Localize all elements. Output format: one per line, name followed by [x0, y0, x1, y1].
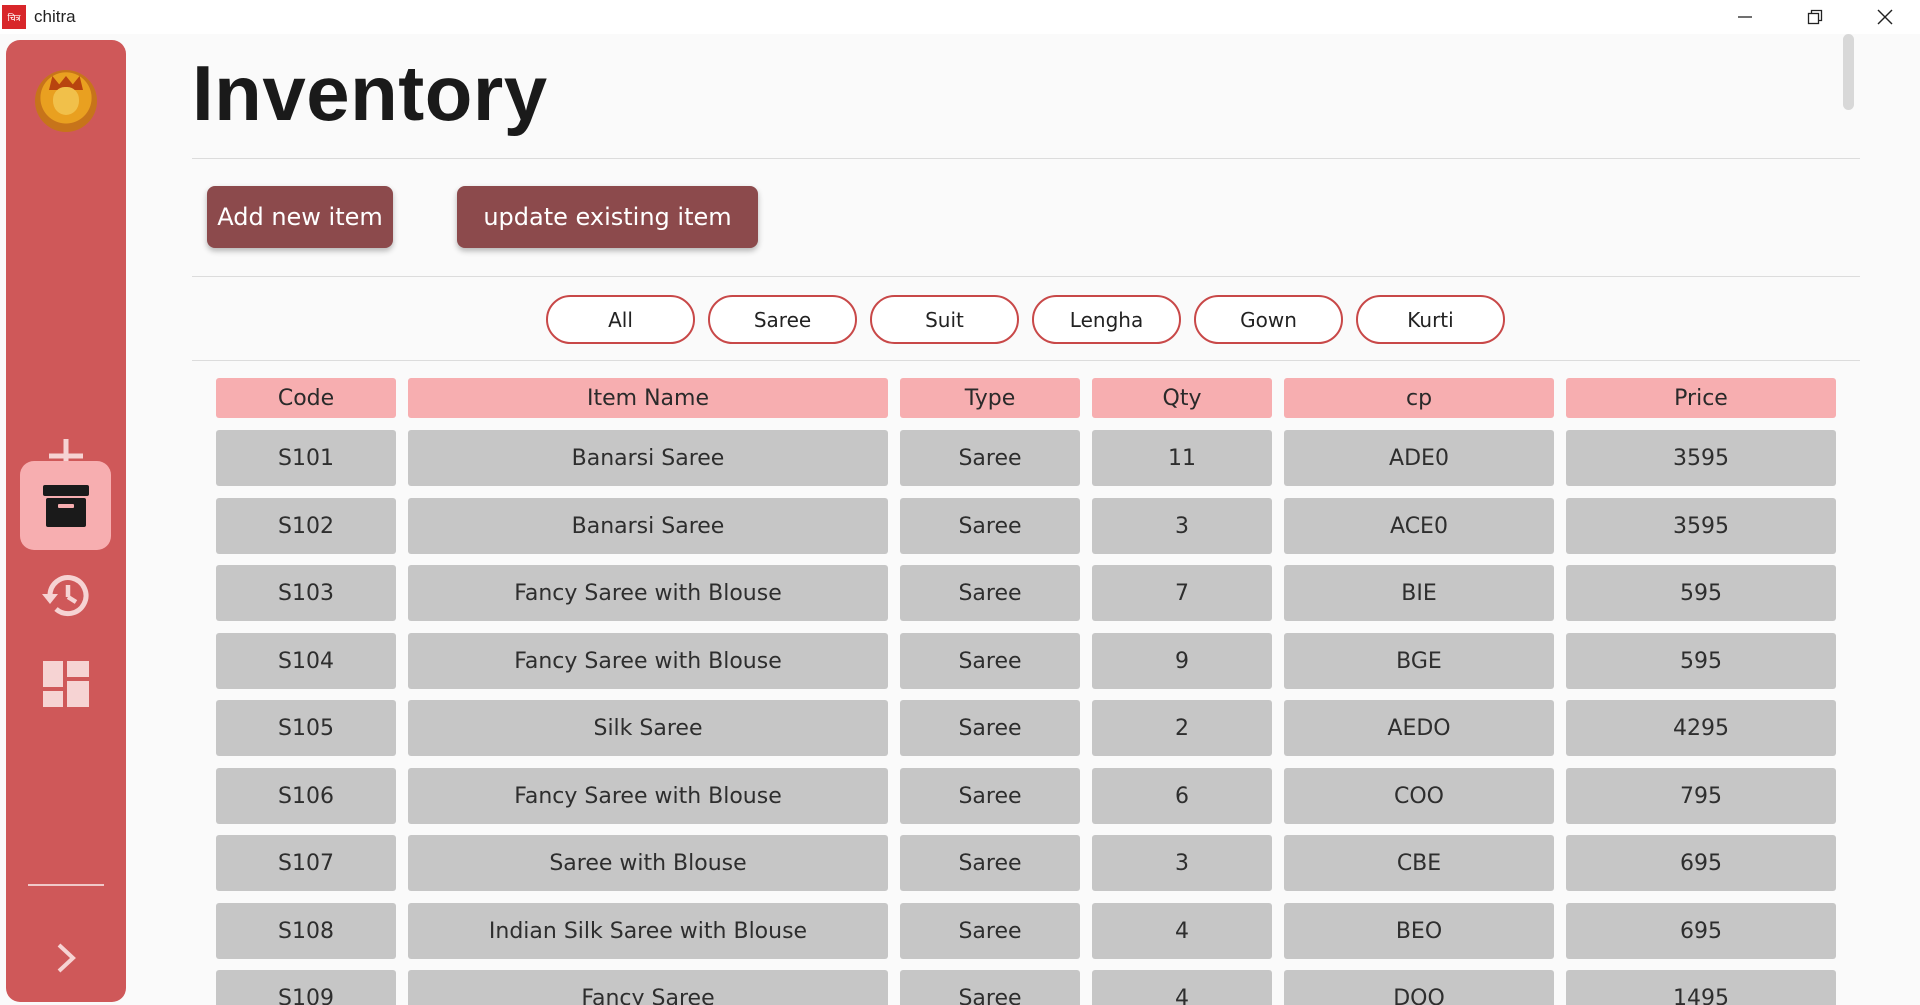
cell-qty[interactable]: 11 — [1092, 430, 1272, 486]
window-controls — [1710, 0, 1920, 34]
avatar-face — [53, 87, 79, 115]
actions-divider — [192, 276, 1860, 277]
sidebar-item-inventory[interactable] — [20, 461, 111, 550]
main-content: Inventory Add new item update existing i… — [192, 34, 1860, 1005]
update-existing-item-button[interactable]: update existing item — [457, 186, 758, 248]
filter-chip-lengha[interactable]: Lengha — [1032, 295, 1181, 344]
cell-qty[interactable]: 6 — [1092, 768, 1272, 824]
filter-chip-kurti[interactable]: Kurti — [1356, 295, 1505, 344]
cell-cp[interactable]: ADE0 — [1284, 430, 1554, 486]
column-header-cp[interactable]: cp — [1284, 378, 1554, 418]
category-filters: All Saree Suit Lengha Gown Kurti — [546, 295, 1505, 344]
cell-cp[interactable]: DOO — [1284, 970, 1554, 1005]
cell-price[interactable]: 595 — [1566, 633, 1836, 689]
minimize-icon — [1738, 16, 1752, 18]
cell-price[interactable]: 4295 — [1566, 700, 1836, 756]
cell-cp[interactable]: COO — [1284, 768, 1554, 824]
sidebar-divider — [28, 884, 104, 886]
cell-type[interactable]: Saree — [900, 633, 1080, 689]
cell-code[interactable]: S106 — [216, 768, 396, 824]
cell-item-name[interactable]: Fancy Saree with Blouse — [408, 633, 888, 689]
cell-qty[interactable]: 2 — [1092, 700, 1272, 756]
cell-cp[interactable]: CBE — [1284, 835, 1554, 891]
history-icon — [41, 574, 88, 616]
cell-cp[interactable]: BGE — [1284, 633, 1554, 689]
cell-type[interactable]: Saree — [900, 430, 1080, 486]
sidebar-expand-button[interactable] — [20, 913, 111, 1002]
cell-code[interactable]: S108 — [216, 903, 396, 959]
cell-qty[interactable]: 4 — [1092, 970, 1272, 1005]
cell-item-name[interactable]: Fancy Saree with Blouse — [408, 565, 888, 621]
column-header-item-name[interactable]: Item Name — [408, 378, 888, 418]
cell-type[interactable]: Saree — [900, 565, 1080, 621]
filters-divider — [192, 360, 1860, 361]
cell-code[interactable]: S101 — [216, 430, 396, 486]
cell-item-name[interactable]: Fancy Saree — [408, 970, 888, 1005]
cell-code[interactable]: S102 — [216, 498, 396, 554]
scrollbar[interactable] — [1843, 34, 1854, 110]
cell-code[interactable]: S105 — [216, 700, 396, 756]
cell-code[interactable]: S107 — [216, 835, 396, 891]
cell-type[interactable]: Saree — [900, 835, 1080, 891]
cell-type[interactable]: Saree — [900, 498, 1080, 554]
cell-item-name[interactable]: Banarsi Saree — [408, 430, 888, 486]
minimize-button[interactable] — [1710, 0, 1780, 34]
title-bar: चित्र chitra — [0, 0, 1920, 34]
cell-cp[interactable]: BIE — [1284, 565, 1554, 621]
page-title: Inventory — [192, 49, 548, 137]
cell-type[interactable]: Saree — [900, 700, 1080, 756]
column-header-code[interactable]: Code — [216, 378, 396, 418]
close-button[interactable] — [1850, 0, 1920, 34]
cell-price[interactable]: 695 — [1566, 835, 1836, 891]
window-title: chitra — [34, 7, 76, 26]
cell-code[interactable]: S109 — [216, 970, 396, 1005]
column-header-type[interactable]: Type — [900, 378, 1080, 418]
filter-chip-all[interactable]: All — [546, 295, 695, 344]
cell-type[interactable]: Saree — [900, 768, 1080, 824]
cell-type[interactable]: Saree — [900, 970, 1080, 1005]
cell-item-name[interactable]: Silk Saree — [408, 700, 888, 756]
archive-box-icon — [42, 484, 89, 527]
cell-price[interactable]: 3595 — [1566, 498, 1836, 554]
column-header-price[interactable]: Price — [1566, 378, 1836, 418]
sidebar-item-history[interactable] — [20, 551, 111, 640]
cell-item-name[interactable]: Saree with Blouse — [408, 835, 888, 891]
cell-cp[interactable]: BEO — [1284, 903, 1554, 959]
cell-code[interactable]: S103 — [216, 565, 396, 621]
filter-chip-suit[interactable]: Suit — [870, 295, 1019, 344]
cell-qty[interactable]: 3 — [1092, 498, 1272, 554]
cell-qty[interactable]: 9 — [1092, 633, 1272, 689]
dashboard-icon — [42, 660, 89, 707]
title-divider — [192, 158, 1860, 159]
cell-item-name[interactable]: Indian Silk Saree with Blouse — [408, 903, 888, 959]
cell-item-name[interactable]: Fancy Saree with Blouse — [408, 768, 888, 824]
cell-qty[interactable]: 4 — [1092, 903, 1272, 959]
cell-qty[interactable]: 3 — [1092, 835, 1272, 891]
filter-chip-gown[interactable]: Gown — [1194, 295, 1343, 344]
close-icon — [1877, 9, 1893, 25]
chevron-right-icon — [57, 943, 76, 972]
restore-button[interactable] — [1780, 0, 1850, 34]
add-new-item-button[interactable]: Add new item — [207, 186, 393, 248]
cell-type[interactable]: Saree — [900, 903, 1080, 959]
avatar[interactable] — [35, 70, 97, 132]
column-header-qty[interactable]: Qty — [1092, 378, 1272, 418]
cell-qty[interactable]: 7 — [1092, 565, 1272, 621]
cell-code[interactable]: S104 — [216, 633, 396, 689]
cell-item-name[interactable]: Banarsi Saree — [408, 498, 888, 554]
sidebar-item-dashboard[interactable] — [20, 639, 111, 728]
app-logo-icon: चित्र — [2, 5, 26, 29]
cell-price[interactable]: 795 — [1566, 768, 1836, 824]
filter-chip-saree[interactable]: Saree — [708, 295, 857, 344]
restore-icon — [1807, 9, 1823, 25]
sidebar — [6, 40, 126, 1002]
cell-price[interactable]: 695 — [1566, 903, 1836, 959]
cell-price[interactable]: 3595 — [1566, 430, 1836, 486]
cell-cp[interactable]: AEDO — [1284, 700, 1554, 756]
cell-price[interactable]: 1495 — [1566, 970, 1836, 1005]
cell-cp[interactable]: ACE0 — [1284, 498, 1554, 554]
cell-price[interactable]: 595 — [1566, 565, 1836, 621]
